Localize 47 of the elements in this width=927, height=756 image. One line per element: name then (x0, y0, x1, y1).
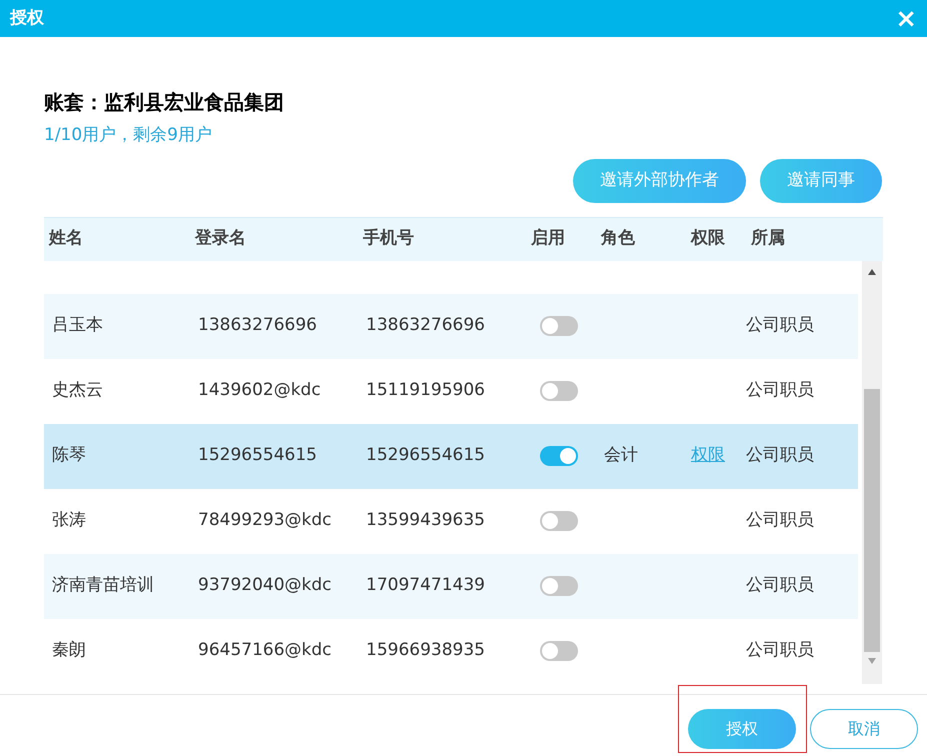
toggle-switch[interactable] (540, 511, 578, 531)
column-header: 启用 (531, 228, 565, 248)
column-header: 权限 (691, 228, 725, 248)
table-cell: 公司职员 (746, 640, 814, 660)
table-cell: 13599439635 (366, 510, 485, 530)
scroll-up-icon[interactable] (868, 268, 876, 274)
table-cell: 15119195906 (366, 380, 485, 400)
table-cell: 会计 (604, 445, 638, 466)
column-header: 所属 (751, 228, 785, 248)
toggle-switch[interactable] (540, 381, 578, 401)
table-cell: 15966938935 (366, 640, 485, 660)
table-cell: 济南青苗培训 (52, 575, 154, 596)
table-cell: 吕玉本 (52, 315, 103, 336)
table-cell: 93792040@kdc (198, 575, 332, 596)
table-cell: 17097471439 (366, 575, 485, 596)
table-cell: 15296554615 (198, 445, 317, 466)
table-cell: 公司职员 (746, 575, 814, 596)
table-cell: 公司职员 (746, 380, 814, 400)
user-count: 1/10用户，剩余9用户 (44, 124, 213, 147)
column-header: 角色 (601, 228, 635, 248)
toggle-switch[interactable] (540, 316, 578, 336)
table-cell: 公司职员 (746, 445, 814, 466)
toggle-switch[interactable] (540, 576, 578, 596)
table-cell: 13863276696 (366, 315, 485, 336)
table-cell: 秦朗 (52, 640, 86, 660)
table-cell: 1439602@kdc (198, 380, 321, 400)
table-cell: 15296554615 (366, 445, 485, 466)
toggle-switch[interactable] (540, 446, 578, 466)
window-title: 授权 (10, 6, 44, 30)
table-row[interactable]: 吕玉本 13863276696 13863276696 公司职员 (44, 294, 858, 358)
table-cell: 96457166@kdc (198, 640, 332, 660)
account-name: 账套：监利县宏业食品集团 (44, 89, 285, 116)
toggle-switch[interactable] (540, 641, 578, 661)
scrollbar[interactable] (862, 260, 882, 684)
table-cell: 78499293@kdc (198, 510, 332, 530)
table-cell: 张涛 (52, 510, 86, 530)
column-header: 登录名 (195, 228, 246, 248)
column-header: 手机号 (363, 228, 414, 248)
table-cell: 公司职员 (746, 315, 814, 336)
table-cell: 史杰云 (52, 380, 103, 400)
table-cell: 公司职员 (746, 510, 814, 530)
table-row[interactable]: 陈琴 15296554615 15296554615 会计 权限 公司职员 (44, 424, 858, 488)
table-cell: 陈琴 (52, 445, 86, 466)
table-cell: 13863276696 (198, 315, 317, 336)
scroll-down-icon[interactable] (868, 658, 876, 664)
column-header: 姓名 (49, 228, 83, 248)
table-row[interactable]: 济南青苗培训 93792040@kdc 17097471439 公司职员 (44, 554, 858, 618)
